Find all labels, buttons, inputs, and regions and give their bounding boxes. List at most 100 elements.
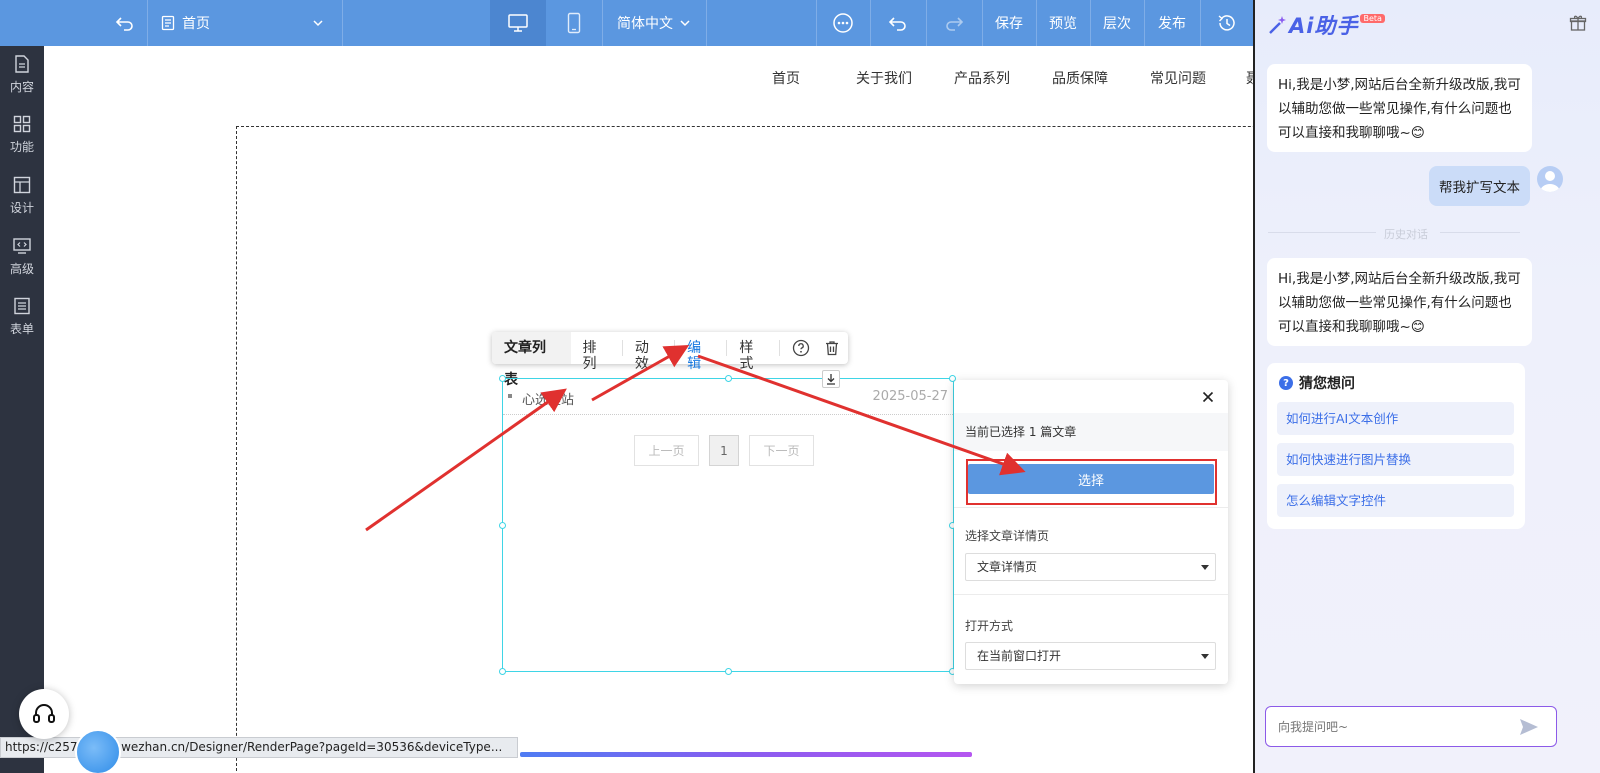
more-dots-icon — [833, 13, 853, 33]
ai-logo: Ai助手 Beta — [1267, 10, 1385, 40]
save-button[interactable]: 保存 — [982, 0, 1036, 46]
nav-link-products[interactable]: 产品系列 — [954, 68, 1010, 88]
sidebar-item-form[interactable]: 表单 — [0, 288, 44, 344]
language-label: 简体中文 — [617, 16, 673, 32]
divider — [954, 594, 1228, 595]
help-button[interactable] — [786, 332, 817, 364]
more-button[interactable] — [816, 0, 870, 46]
undo-button[interactable] — [870, 0, 926, 46]
download-icon — [827, 374, 835, 385]
undo-page-button[interactable] — [104, 0, 146, 46]
delete-button[interactable] — [817, 332, 848, 364]
resize-handle[interactable] — [499, 522, 506, 529]
sidebar-item-design[interactable]: 设计 — [0, 167, 44, 223]
desktop-view-button[interactable] — [490, 0, 546, 46]
sidebar-item-advanced[interactable]: 高级 — [0, 228, 44, 284]
chevron-down-icon — [680, 20, 690, 27]
preview-button[interactable]: 预览 — [1036, 0, 1090, 46]
sidebar-item-label: 功能 — [9, 139, 34, 154]
ai-question-input[interactable] — [1265, 706, 1557, 747]
redo-button[interactable] — [926, 0, 982, 46]
loading-progress-bar — [520, 752, 972, 757]
animation-button[interactable]: 动效 — [623, 340, 676, 372]
detail-page-label: 选择文章详情页 — [965, 529, 1050, 543]
undo-icon — [888, 17, 906, 31]
customer-support-button[interactable] — [19, 689, 69, 739]
nav-link-faq[interactable]: 常见问题 — [1150, 68, 1206, 88]
download-button[interactable] — [822, 370, 840, 388]
page-number-button[interactable]: 1 — [709, 435, 739, 466]
selected-count-info: 当前已选择 1 篇文章 — [954, 413, 1228, 451]
assistant-message: Hi,我是小梦,网站后台全新升级改版,我可以辅助您做一些常见操作,有什么问题也可… — [1267, 64, 1532, 152]
avatar — [1537, 166, 1563, 192]
mobile-view-button[interactable] — [546, 0, 602, 46]
suggested-question[interactable]: 怎么编辑文字控件 — [1277, 484, 1514, 517]
close-icon[interactable] — [1200, 389, 1216, 405]
arrange-button[interactable]: 排列 — [571, 340, 623, 372]
suggested-question[interactable]: 如何进行AI文本创作 — [1277, 402, 1514, 435]
nav-link-about[interactable]: 关于我们 — [856, 68, 912, 88]
publish-button[interactable]: 发布 — [1144, 0, 1200, 46]
page-selector[interactable]: 首页 — [160, 0, 340, 46]
open-mode-label: 打开方式 — [965, 619, 1014, 633]
history-separator: 历史对话 — [1268, 226, 1520, 241]
prev-page-button[interactable]: 上一页 — [634, 435, 699, 466]
sidebar-item-content[interactable]: 内容 — [0, 46, 44, 102]
sidebar-item-label: 表单 — [9, 321, 34, 336]
list-icon — [14, 297, 30, 314]
gift-icon[interactable] — [1569, 14, 1587, 32]
trash-icon — [826, 341, 839, 356]
layers-button[interactable]: 层次 — [1090, 0, 1144, 46]
user-avatar-icon — [1540, 171, 1560, 192]
top-toolbar: 首页 简体中文 保存 预览 层次 发布 — [0, 0, 1280, 46]
send-icon[interactable] — [1519, 718, 1539, 736]
help-icon — [793, 339, 810, 357]
caret-down-icon — [1201, 565, 1209, 570]
list-item[interactable]: 心选建站 2025-05-27 — [503, 379, 953, 415]
nav-link-home[interactable]: 首页 — [772, 68, 800, 88]
divider — [954, 507, 1228, 508]
chevron-down-icon — [313, 20, 323, 27]
suggested-questions-title: ? 猜您想问 — [1279, 373, 1355, 393]
suggested-questions-card: ? 猜您想问 如何进行AI文本创作 如何快速进行图片替换 怎么编辑文字控件 — [1267, 363, 1525, 529]
history-button[interactable] — [1200, 0, 1254, 46]
detail-page-select[interactable]: 文章详情页 — [965, 553, 1216, 581]
history-label: 历史对话 — [1384, 228, 1428, 241]
open-mode-select[interactable]: 在当前窗口打开 — [965, 642, 1216, 670]
caret-down-icon — [1201, 654, 1209, 659]
style-button[interactable]: 样式 — [727, 340, 780, 372]
nav-link-quality[interactable]: 品质保障 — [1052, 68, 1108, 88]
sidebar-item-label: 高级 — [9, 261, 34, 276]
user-message: 帮我扩写文本 — [1429, 166, 1530, 206]
component-toolbar: 文章列表 排列 动效 编辑 样式 — [492, 332, 848, 388]
resize-handle[interactable] — [725, 375, 732, 382]
article-edit-popup: 当前已选择 1 篇文章 选择 选择文章详情页 文章详情页 打开方式 在当前窗口打… — [954, 380, 1228, 684]
page-icon — [161, 15, 175, 31]
next-page-button[interactable]: 下一页 — [749, 435, 814, 466]
layout-icon — [13, 176, 31, 193]
open-mode-value: 在当前窗口打开 — [977, 649, 1062, 663]
resize-handle[interactable] — [499, 668, 506, 675]
assistant-orb[interactable] — [75, 729, 121, 773]
left-sidebar: 内容 功能 设计 高级 表单 — [0, 46, 44, 773]
suggested-question[interactable]: 如何快速进行图片替换 — [1277, 443, 1514, 476]
ai-logo-text: Ai助手 — [1289, 14, 1359, 38]
page-label: 首页 — [182, 16, 210, 32]
article-date: 2025-05-27 — [872, 389, 948, 404]
language-selector[interactable]: 简体中文 — [602, 0, 706, 46]
article-title[interactable]: 心选建站 — [522, 389, 574, 408]
article-list-module[interactable]: 心选建站 2025-05-27 上一页 1 下一页 — [499, 375, 956, 675]
magic-wand-icon — [1269, 16, 1286, 34]
mobile-icon — [567, 12, 581, 34]
redo-icon — [946, 17, 964, 31]
edit-button[interactable]: 编辑 — [675, 340, 728, 372]
assistant-message: Hi,我是小梦,网站后台全新升级改版,我可以辅助您做一些常见操作,有什么问题也可… — [1267, 258, 1532, 346]
resize-handle[interactable] — [725, 668, 732, 675]
sidebar-item-function[interactable]: 功能 — [0, 106, 44, 162]
site-navigation: 首页 关于我们 产品系列 品质保障 常见问题 聂 — [44, 68, 1280, 88]
resize-handle[interactable] — [499, 375, 506, 382]
sidebar-item-label: 内容 — [9, 79, 34, 94]
sidebar-item-label: 设计 — [9, 200, 34, 215]
component-type-label: 文章列表 — [492, 332, 571, 388]
headset-icon — [33, 704, 55, 723]
